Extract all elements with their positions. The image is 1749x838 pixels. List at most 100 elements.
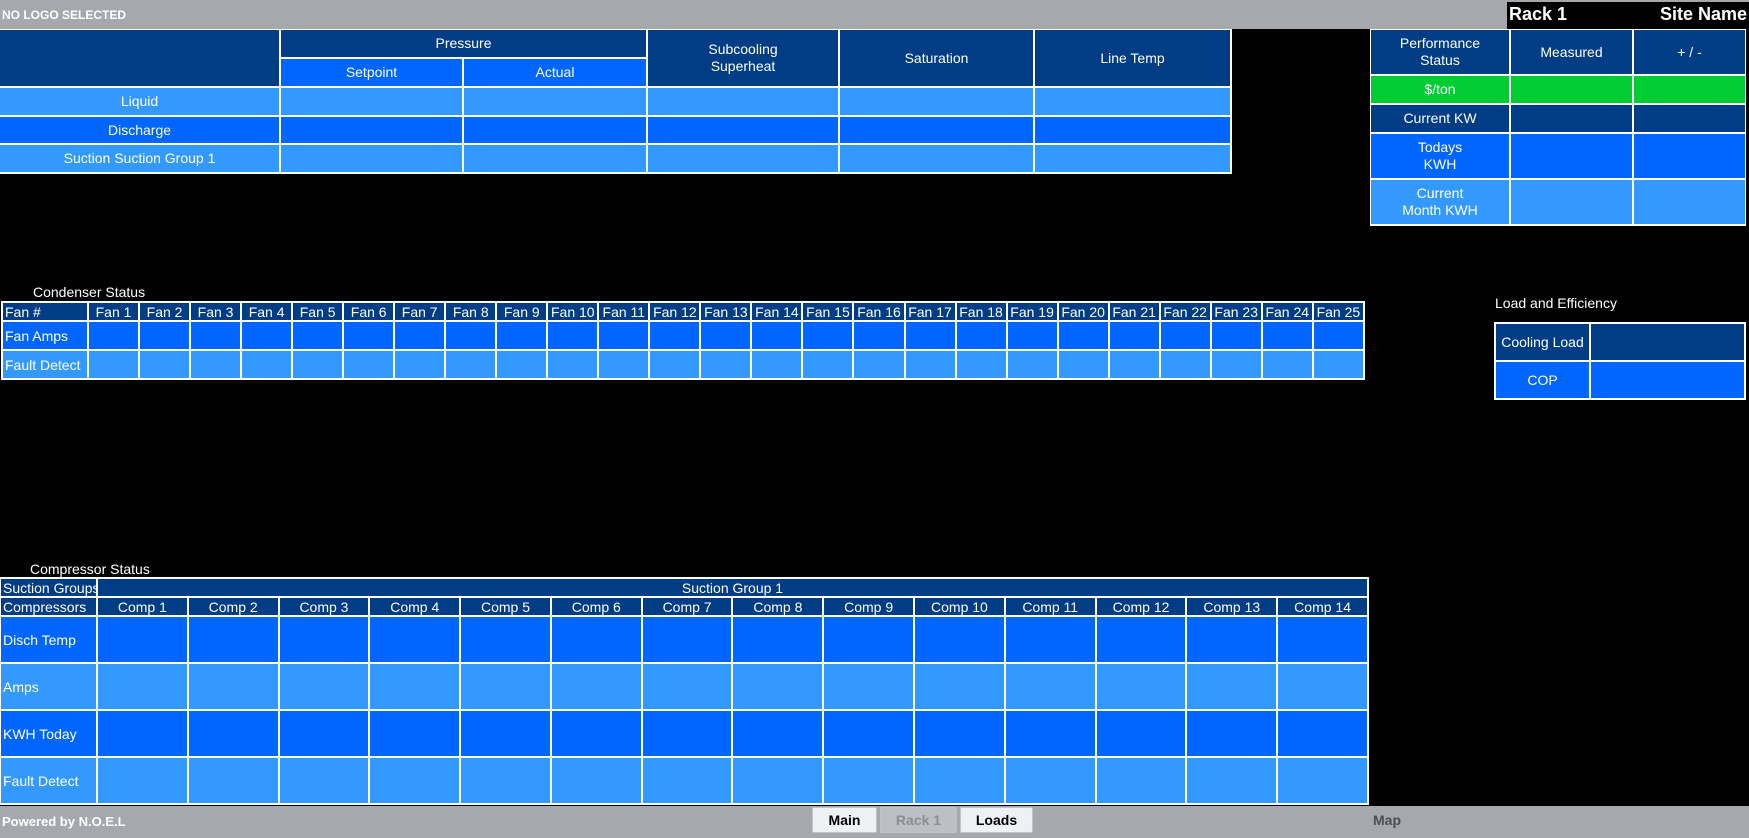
cooling-load-value <box>1591 324 1744 360</box>
fan-header-20: Fan 20 <box>1056 301 1110 322</box>
saturation-header: Saturation <box>840 30 1033 86</box>
performance-status-header: Performance Status <box>1371 30 1509 74</box>
compressor-cell <box>186 662 280 711</box>
compressor-table: Suction Groups Suction Group 1 Compressors… <box>0 577 1369 805</box>
compressor-cell <box>1276 662 1369 711</box>
compressor-cell <box>731 756 825 805</box>
condenser-cell <box>1260 320 1314 351</box>
comp-header-1: Comp 1 <box>96 596 189 617</box>
compressor-cell <box>1094 709 1188 758</box>
compressor-cell <box>1185 615 1279 664</box>
pressure-table: Pressure Setpoint Actual Subcooling Supe… <box>0 29 1232 174</box>
compressor-cell <box>459 756 552 805</box>
condenser-cell <box>1209 320 1263 351</box>
site-name: Site Name <box>1659 4 1747 24</box>
todays-kwh-label: Todays KWH <box>1371 134 1509 178</box>
compressor-cell <box>277 662 371 711</box>
cooling-load-label: Cooling Load <box>1496 324 1589 360</box>
condenser-cell <box>86 349 141 380</box>
suction-line-temp <box>1035 145 1230 172</box>
condenser-cell <box>801 320 855 351</box>
compressor-cell <box>822 709 916 758</box>
condenser-cell <box>240 349 294 380</box>
fan-header-4: Fan 4 <box>240 301 294 322</box>
compressor-cell <box>1185 709 1279 758</box>
compressor-row: KWH Today <box>0 709 1369 758</box>
condenser-cell <box>1311 349 1366 380</box>
compressors-label: Compressors <box>0 596 98 617</box>
fan-header-9: Fan 9 <box>495 301 549 322</box>
compressor-cell <box>1185 662 1279 711</box>
nav-loads-button[interactable]: Loads <box>960 807 1033 833</box>
comp-header-12: Comp 12 <box>1094 596 1188 617</box>
condenser-cell <box>852 349 906 380</box>
condenser-cell <box>1056 320 1110 351</box>
subcooling-header: Subcooling Superheat <box>648 30 838 86</box>
top-bar <box>0 0 1749 29</box>
condenser-cell <box>342 349 396 380</box>
current-kw-label: Current KW <box>1371 105 1509 132</box>
row-label-liquid: Liquid <box>0 88 279 115</box>
nav-main-button[interactable]: Main <box>812 807 877 833</box>
fan-header-23: Fan 23 <box>1209 301 1263 322</box>
condenser-cell <box>1107 320 1161 351</box>
compressor-cell <box>822 615 916 664</box>
fan-header-18: Fan 18 <box>954 301 1008 322</box>
fan-header-22: Fan 22 <box>1158 301 1212 322</box>
month-kwh-measured <box>1511 180 1632 224</box>
actual-header: Actual <box>464 59 646 86</box>
condenser-cell <box>1158 320 1212 351</box>
condenser-cell <box>903 320 957 351</box>
comp-header-14: Comp 14 <box>1276 596 1369 617</box>
fan-header-2: Fan 2 <box>138 301 192 322</box>
compressor-cell <box>1003 662 1097 711</box>
comp-header-2: Comp 2 <box>186 596 280 617</box>
fan-header-1: Fan 1 <box>86 301 141 322</box>
condenser-row-label: Fan Amps <box>1 320 89 351</box>
compressor-cell <box>368 662 462 711</box>
condenser-cell <box>1107 349 1161 380</box>
condenser-cell <box>1158 349 1212 380</box>
row-label-discharge: Discharge <box>0 117 279 143</box>
condenser-cell <box>240 320 294 351</box>
compressor-cell <box>1094 615 1188 664</box>
discharge-setpoint <box>281 117 462 143</box>
liquid-line-temp <box>1035 88 1230 115</box>
compressor-cell <box>368 615 462 664</box>
fan-header-11: Fan 11 <box>597 301 651 322</box>
condenser-header-row: Fan # Fan 1 Fan 2 Fan 3 Fan 4 Fan 5 Fan 6 Fan 7… <box>1 301 1366 322</box>
condenser-cell <box>495 349 549 380</box>
compressor-cell <box>1185 756 1279 805</box>
dollar-per-ton-measured <box>1511 76 1632 103</box>
comp-header-9: Comp 9 <box>822 596 916 617</box>
condenser-cell <box>750 349 804 380</box>
condenser-row: Fault Detect <box>1 349 1366 380</box>
compressor-row-label: Disch Temp <box>0 615 98 664</box>
comp-header-13: Comp 13 <box>1185 596 1279 617</box>
fan-header-21: Fan 21 <box>1107 301 1161 322</box>
condenser-cell <box>699 349 753 380</box>
compressor-cell <box>459 615 552 664</box>
condenser-cell <box>1260 349 1314 380</box>
suction-subcooling <box>648 145 838 172</box>
compressor-cell <box>731 662 825 711</box>
load-efficiency-title: Load and Efficiency <box>1495 295 1617 311</box>
nav-rack1-button[interactable]: Rack 1 <box>880 807 957 833</box>
map-link[interactable]: Map <box>1373 812 1401 828</box>
current-kw-measured <box>1511 105 1632 132</box>
condenser-cell <box>342 320 396 351</box>
condenser-cell <box>1209 349 1263 380</box>
compressor-cell <box>277 709 371 758</box>
condenser-cell <box>954 349 1008 380</box>
condenser-cell <box>393 349 447 380</box>
fan-header-14: Fan 14 <box>750 301 804 322</box>
comp-header-3: Comp 3 <box>277 596 371 617</box>
condenser-cell <box>495 320 549 351</box>
compressor-cell <box>1094 662 1188 711</box>
condenser-cell <box>801 349 855 380</box>
dollar-per-ton-delta <box>1634 76 1745 103</box>
discharge-saturation <box>840 117 1033 143</box>
compressor-cell <box>913 756 1006 805</box>
comp-header-11: Comp 11 <box>1003 596 1097 617</box>
condenser-cell <box>291 320 345 351</box>
